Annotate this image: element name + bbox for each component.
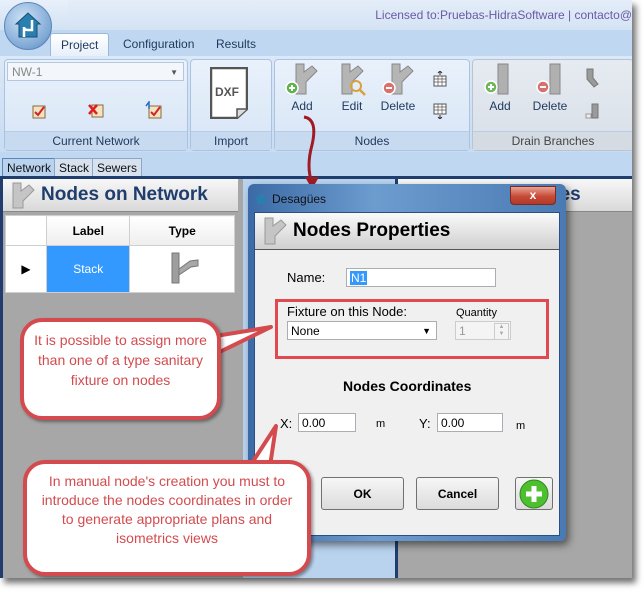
coordinates-callout: In manual node's creation you must to in… bbox=[23, 460, 311, 576]
x-coordinate-value: 0.00 bbox=[302, 416, 326, 430]
quantity-value: 1 bbox=[459, 324, 466, 338]
group-label: Drain Branches bbox=[473, 131, 632, 150]
network-select[interactable]: NW-1 ▼ bbox=[7, 62, 184, 81]
group-label: Import bbox=[191, 131, 271, 150]
dialog-header: Nodes Properties bbox=[255, 213, 559, 250]
add-drain-branch-label: Add bbox=[489, 99, 511, 113]
stepper-arrows-icon[interactable]: ▲ ▼ bbox=[494, 323, 509, 340]
quantity-stepper[interactable]: 1 ▲ ▼ bbox=[455, 321, 511, 340]
table-header-row: Label Type bbox=[5, 215, 235, 246]
ok-button[interactable]: OK bbox=[321, 477, 404, 510]
new-network-icon[interactable] bbox=[31, 103, 47, 119]
chevron-down-icon: ▼ bbox=[422, 326, 431, 336]
pipe-add-icon bbox=[484, 63, 509, 95]
insert-row-above-icon[interactable] bbox=[433, 71, 447, 87]
tab-project[interactable]: Project bbox=[50, 33, 110, 57]
pipe-elbow-icon[interactable] bbox=[585, 68, 599, 88]
cancel-button[interactable]: Cancel bbox=[416, 477, 499, 510]
nodes-panel-title: Nodes on Network bbox=[41, 184, 208, 205]
column-header-type[interactable]: Type bbox=[129, 215, 235, 246]
close-button[interactable]: x bbox=[510, 186, 556, 205]
delete-drain-branch-button[interactable]: Delete bbox=[530, 62, 570, 113]
y-fitting-icon bbox=[12, 182, 35, 209]
chevron-down-icon: ▼ bbox=[170, 68, 178, 77]
coordinates-title: Nodes Coordinates bbox=[343, 378, 472, 394]
nodes-table: Label Type ▶ Stack bbox=[5, 215, 235, 293]
license-text: Licensed to:Pruebas-HidraSoftware | cont… bbox=[375, 8, 632, 22]
stack-node-icon bbox=[171, 252, 199, 283]
tab-configuration[interactable]: Configuration bbox=[113, 33, 204, 56]
group-label: Current Network bbox=[5, 131, 187, 150]
add-node-confirm-button[interactable] bbox=[515, 477, 553, 510]
x-label: X: bbox=[280, 416, 293, 431]
edit-node-label: Edit bbox=[341, 99, 363, 113]
tab-network[interactable]: Network bbox=[2, 158, 57, 178]
fixture-label: Fixture on this Node: bbox=[287, 304, 407, 319]
y-fitting-add-icon bbox=[285, 63, 318, 95]
delete-network-icon[interactable] bbox=[87, 102, 105, 119]
nodes-panel-header: Nodes on Network bbox=[3, 179, 238, 212]
tab-results[interactable]: Results bbox=[206, 33, 266, 56]
cell-label[interactable]: Stack bbox=[45, 245, 131, 293]
y-unit-label: m bbox=[516, 420, 526, 432]
fixture-callout: It is possible to assign more than one o… bbox=[20, 318, 221, 420]
y-coordinate-input[interactable]: 0.00 bbox=[437, 413, 503, 432]
name-input-value: N1 bbox=[350, 271, 368, 285]
pipe-segment-icon[interactable] bbox=[585, 103, 599, 119]
dxf-label: DXF bbox=[215, 85, 239, 99]
name-label: Name: bbox=[287, 270, 326, 285]
house-drain-icon bbox=[14, 12, 42, 38]
y-coordinate-value: 0.00 bbox=[441, 416, 465, 430]
quantity-label: Quantity bbox=[456, 307, 497, 319]
green-plus-icon bbox=[519, 479, 549, 509]
insert-row-below-icon[interactable] bbox=[433, 103, 447, 119]
delete-node-button[interactable]: Delete bbox=[378, 62, 418, 113]
coordinates-callout-text: In manual node's creation you must to in… bbox=[41, 473, 293, 546]
y-fitting-edit-icon bbox=[341, 63, 366, 96]
table-row[interactable]: ▶ Stack bbox=[5, 245, 235, 293]
column-header-label[interactable]: Label bbox=[45, 215, 131, 246]
add-drain-branch-button[interactable]: Add bbox=[482, 62, 518, 113]
fixture-select-value: None bbox=[291, 324, 320, 338]
title-bar: Licensed to:Pruebas-HidraSoftware | cont… bbox=[0, 0, 632, 30]
row-header-corner bbox=[5, 215, 47, 246]
y-label: Y: bbox=[419, 416, 431, 431]
rename-network-icon[interactable] bbox=[145, 101, 162, 119]
network-select-value: NW-1 bbox=[12, 65, 43, 79]
pointer-arrow bbox=[303, 115, 319, 189]
y-fitting-delete-icon bbox=[382, 63, 414, 95]
dialog-header-title: Nodes Properties bbox=[293, 220, 451, 241]
app-menu-button[interactable] bbox=[4, 2, 52, 50]
fixture-callout-text: It is possible to assign more than one o… bbox=[34, 332, 207, 388]
fixture-select[interactable]: None ▼ bbox=[287, 321, 437, 340]
dialog-window-title: Desagües bbox=[272, 192, 327, 206]
name-input[interactable]: N1 bbox=[346, 268, 496, 287]
tab-stack[interactable]: Stack bbox=[54, 158, 95, 178]
x-unit-label: m bbox=[376, 418, 386, 430]
app-house-icon bbox=[255, 193, 267, 204]
tab-sewers[interactable]: Sewers bbox=[92, 158, 143, 178]
delete-node-label: Delete bbox=[380, 99, 416, 113]
row-selector[interactable]: ▶ bbox=[5, 245, 47, 293]
cell-type[interactable] bbox=[129, 245, 235, 293]
y-fitting-icon bbox=[264, 217, 287, 245]
import-dxf-button[interactable]: DXF bbox=[209, 66, 249, 120]
x-coordinate-input[interactable]: 0.00 bbox=[298, 413, 356, 432]
pipe-delete-icon bbox=[536, 63, 561, 95]
edit-node-button[interactable]: Edit bbox=[334, 62, 370, 113]
delete-drain-branch-label: Delete bbox=[532, 99, 568, 113]
